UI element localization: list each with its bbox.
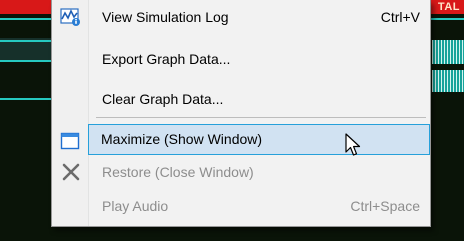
menu-item-maximize-show-window[interactable]: Maximize (Show Window)	[88, 124, 430, 155]
graph-trace-line	[0, 40, 52, 42]
menu-item-label: Export Graph Data...	[102, 51, 231, 67]
graph-signal-band	[432, 70, 464, 92]
menu-item-view-simulation-log[interactable]: View Simulation Log Ctrl+V	[54, 3, 428, 31]
graph-trace-line	[0, 60, 52, 62]
menu-item-clear-graph-data[interactable]: Clear Graph Data...	[54, 85, 428, 113]
menu-separator	[96, 117, 426, 118]
menu-item-play-audio: Play Audio Ctrl+Space	[54, 192, 428, 220]
close-x-icon	[62, 163, 80, 181]
context-menu: View Simulation Log Ctrl+V Export Graph …	[51, 0, 431, 227]
menu-item-label: Restore (Close Window)	[102, 164, 254, 180]
menu-item-label: Clear Graph Data...	[102, 91, 224, 107]
menu-item-export-graph-data[interactable]: Export Graph Data...	[54, 45, 428, 73]
maximize-window-icon	[60, 132, 80, 150]
menu-item-restore-close-window: Restore (Close Window)	[54, 158, 428, 186]
menu-item-label: View Simulation Log	[102, 9, 229, 25]
simulation-log-icon	[60, 8, 80, 26]
graph-trace-line	[0, 98, 52, 100]
app-status-label: TAL	[437, 1, 460, 13]
mouse-cursor-icon	[345, 133, 361, 156]
menu-item-shortcut: Ctrl+Space	[350, 198, 420, 214]
menu-item-shortcut: Ctrl+V	[380, 9, 420, 25]
graph-signal-band	[432, 40, 464, 64]
menu-item-label: Play Audio	[102, 198, 169, 214]
menu-item-label: Maximize (Show Window)	[101, 131, 263, 147]
